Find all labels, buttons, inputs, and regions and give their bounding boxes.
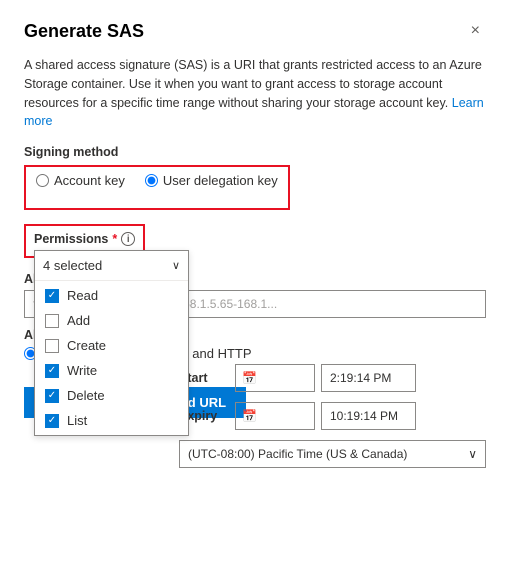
- delete-checkbox[interactable]: [45, 389, 59, 403]
- timezone-value: (UTC-08:00) Pacific Time (US & Canada): [188, 447, 407, 461]
- account-key-radio[interactable]: [36, 174, 49, 187]
- perm-item-create[interactable]: Create: [35, 333, 188, 358]
- delete-label: Delete: [67, 388, 105, 403]
- read-checkbox[interactable]: [45, 289, 59, 303]
- user-delegation-key-label: User delegation key: [163, 173, 278, 188]
- signing-method-label: Signing method: [24, 145, 486, 159]
- expiry-row: Expiry 📅 10:19:14 PM: [179, 402, 486, 430]
- start-date-input[interactable]: 📅: [235, 364, 315, 392]
- description-text: A shared access signature (SAS) is a URI…: [24, 58, 482, 110]
- read-label: Read: [67, 288, 98, 303]
- write-label: Write: [67, 363, 97, 378]
- perm-item-list[interactable]: List: [35, 408, 188, 433]
- perm-item-add[interactable]: Add: [35, 308, 188, 333]
- start-time-input[interactable]: 2:19:14 PM: [321, 364, 416, 392]
- user-delegation-key-option[interactable]: User delegation key: [145, 173, 278, 188]
- timezone-select[interactable]: (UTC-08:00) Pacific Time (US & Canada) ∨: [179, 440, 486, 468]
- permissions-open-box: 4 selected ∨ Read Add: [34, 250, 189, 436]
- right-panel: Start 📅 2:19:14 PM Expiry 📅 10:19:14 PM: [179, 364, 486, 468]
- expiry-time-value: 10:19:14 PM: [330, 409, 398, 423]
- account-key-option[interactable]: Account key: [36, 173, 125, 188]
- perm-item-read[interactable]: Read: [35, 283, 188, 308]
- start-date-calendar-icon: 📅: [242, 371, 257, 385]
- perm-item-write[interactable]: Write: [35, 358, 188, 383]
- create-checkbox[interactable]: [45, 339, 59, 353]
- expiry-time-input[interactable]: 10:19:14 PM: [321, 402, 416, 430]
- signing-method-section: Signing method Account key User delegati…: [24, 145, 486, 224]
- user-delegation-key-radio[interactable]: [145, 174, 158, 187]
- permissions-dropdown-header[interactable]: 4 selected ∨: [35, 251, 188, 281]
- permissions-list: Read Add Create: [35, 281, 188, 435]
- signing-method-box: Account key User delegation key: [24, 165, 290, 210]
- list-label: List: [67, 413, 87, 428]
- dialog-title: Generate SAS: [24, 21, 144, 42]
- permissions-section: Permissions * i 4 selected ∨: [24, 224, 486, 258]
- generate-sas-dialog: Generate SAS × A shared access signature…: [0, 0, 510, 571]
- write-checkbox[interactable]: [45, 364, 59, 378]
- required-star: *: [112, 232, 117, 246]
- start-time-value: 2:19:14 PM: [330, 371, 391, 385]
- expiry-date-calendar-icon: 📅: [242, 409, 257, 423]
- add-label: Add: [67, 313, 90, 328]
- signing-method-radio-group: Account key User delegation key: [36, 173, 278, 188]
- account-key-label: Account key: [54, 173, 125, 188]
- add-checkbox[interactable]: [45, 314, 59, 328]
- close-button[interactable]: ×: [465, 20, 486, 42]
- timezone-chevron-icon: ∨: [468, 447, 477, 461]
- permissions-chevron-icon: ∨: [172, 259, 180, 272]
- permissions-text: Permissions: [34, 232, 108, 246]
- permissions-selected-count: 4 selected: [43, 258, 102, 273]
- permissions-label: Permissions * i: [34, 232, 135, 246]
- list-checkbox[interactable]: [45, 414, 59, 428]
- dialog-header: Generate SAS ×: [24, 20, 486, 42]
- main-layout: Permissions * i 4 selected ∨: [24, 224, 486, 258]
- perm-item-delete[interactable]: Delete: [35, 383, 188, 408]
- create-label: Create: [67, 338, 106, 353]
- expiry-date-input[interactable]: 📅: [235, 402, 315, 430]
- permissions-info-icon[interactable]: i: [121, 232, 135, 246]
- timezone-row: (UTC-08:00) Pacific Time (US & Canada) ∨: [179, 440, 486, 468]
- start-row: Start 📅 2:19:14 PM: [179, 364, 486, 392]
- dialog-description: A shared access signature (SAS) is a URI…: [24, 56, 486, 131]
- permissions-highlight: Permissions * i 4 selected ∨: [24, 224, 145, 258]
